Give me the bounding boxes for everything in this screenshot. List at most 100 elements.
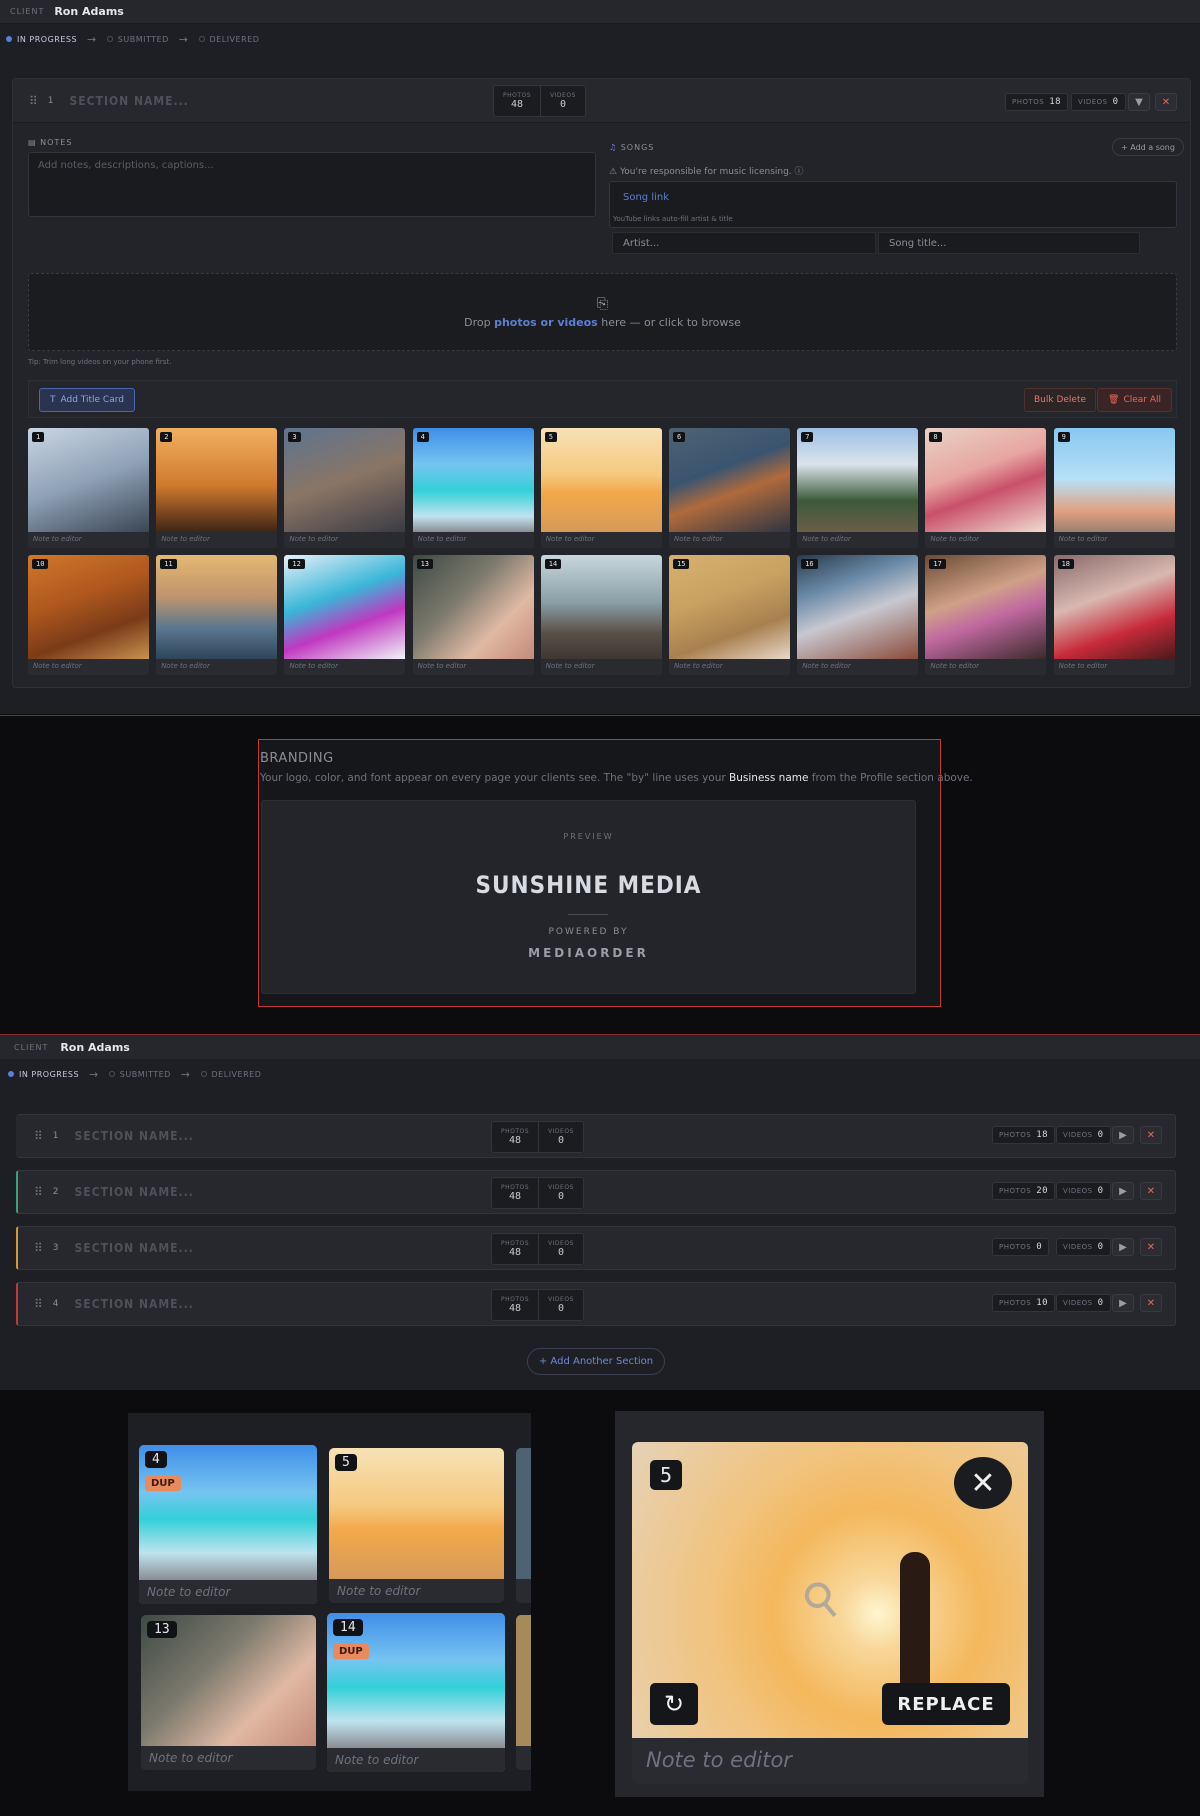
photo-thumb-13[interactable]: 13 Note to editor	[412, 555, 534, 675]
note-input[interactable]: Note to editor	[797, 532, 919, 548]
section-name-input[interactable]: SECTION NAME...	[75, 1185, 194, 1199]
status-in-progress[interactable]: IN PROGRESS	[6, 35, 77, 44]
photo-thumb-15[interactable]: 15 Note to editor	[669, 555, 790, 675]
photo-number: 15	[673, 559, 690, 569]
drag-handle-icon[interactable]: ⠿	[34, 1185, 43, 1199]
clear-all-button[interactable]: 🗑 Clear All	[1097, 388, 1172, 412]
note-input[interactable]: Note to editor	[412, 532, 534, 548]
photo-thumb-12[interactable]: 12 Note to editor	[284, 555, 406, 675]
status-delivered[interactable]: DELIVERED	[198, 35, 260, 44]
photo-card-5-detail[interactable]: 5 ✕ ⚲ ↻ REPLACE Note to editor	[632, 1442, 1028, 1784]
status-in-progress[interactable]: IN PROGRESS	[8, 1070, 79, 1079]
note-input[interactable]: Note to editor	[669, 532, 790, 548]
videos-pill: VIDEOS 0	[1056, 1238, 1111, 1256]
status-submitted[interactable]: SUBMITTED	[108, 1070, 171, 1079]
note-input[interactable]: Note to editor	[925, 532, 1047, 548]
note-input[interactable]: Note to editor	[540, 532, 662, 548]
note-input[interactable]: Note to editor	[540, 659, 662, 675]
bulk-delete-button[interactable]: Bulk Delete	[1024, 388, 1097, 412]
note-input[interactable]: Note to editor	[412, 659, 534, 675]
section-name-input[interactable]: SECTION NAME...	[75, 1129, 194, 1143]
photo-card-15-partial[interactable]	[516, 1615, 531, 1770]
photos-pill: PHOTOS 18	[1005, 93, 1069, 111]
business-name: SUNSHINE MEDIA	[475, 871, 702, 899]
note-input[interactable]: Note to editor	[1053, 659, 1175, 675]
drag-handle-icon[interactable]: ⠿	[34, 1297, 43, 1311]
note-input[interactable]: Note to editor	[139, 1580, 317, 1604]
section-counts: PHOTOS 48 VIDEOS 0	[491, 1121, 584, 1153]
photo-thumb-7[interactable]: 7 Note to editor	[797, 428, 919, 548]
photo-card-5[interactable]: 5 Note to editor	[329, 1448, 504, 1603]
delete-section-button[interactable]: ✕	[1140, 1182, 1162, 1200]
photo-thumb-10[interactable]: 10 Note to editor	[28, 555, 149, 675]
section-number: 2	[52, 1187, 59, 1197]
song-link-input[interactable]: Song link	[623, 192, 669, 203]
expand-play-icon[interactable]: ▶	[1112, 1182, 1134, 1200]
note-input[interactable]: Note to editor	[797, 659, 919, 675]
section-name-input[interactable]: SECTION NAME...	[70, 94, 189, 108]
photo-image	[797, 428, 919, 532]
add-section-button[interactable]: + Add Another Section	[527, 1348, 665, 1375]
delete-section-button[interactable]: ✕	[1140, 1238, 1162, 1256]
photo-card-13[interactable]: 13 Note to editor	[141, 1615, 316, 1770]
photo-thumb-2[interactable]: 2 Note to editor	[156, 428, 278, 548]
notes-textarea[interactable]: Add notes, descriptions, captions...	[28, 152, 596, 217]
photo-card-14[interactable]: 14 DUP Note to editor	[327, 1613, 505, 1772]
photo-card-4[interactable]: 4 DUP Note to editor	[139, 1445, 317, 1604]
photo-thumb-6[interactable]: 6 Note to editor	[669, 428, 790, 548]
expand-play-icon[interactable]: ▶	[1112, 1126, 1134, 1144]
photo-thumb-5[interactable]: 5 Note to editor	[540, 428, 662, 548]
expand-play-icon[interactable]: ▶	[1112, 1238, 1134, 1256]
note-input[interactable]: Note to editor	[28, 659, 149, 675]
section-name-input[interactable]: SECTION NAME...	[75, 1241, 194, 1255]
photo-thumb-17[interactable]: 17 Note to editor	[925, 555, 1047, 675]
note-input[interactable]: Note to editor	[925, 659, 1047, 675]
photo-thumb-18[interactable]: 18 Note to editor	[1053, 555, 1175, 675]
expand-play-icon[interactable]: ▶	[1112, 1294, 1134, 1312]
photo-thumb-4[interactable]: 4 Note to editor	[412, 428, 534, 548]
music-note-icon: ♫	[609, 143, 618, 152]
status-submitted[interactable]: SUBMITTED	[106, 35, 169, 44]
photo-card-6-partial[interactable]	[516, 1448, 531, 1603]
photo-thumb-16[interactable]: 16 Note to editor	[797, 555, 919, 675]
delete-section-button[interactable]: ✕	[1140, 1294, 1162, 1312]
note-input[interactable]: Note to editor	[1053, 532, 1175, 548]
note-input[interactable]: Note to editor	[28, 532, 149, 548]
status-delivered[interactable]: DELIVERED	[200, 1070, 262, 1079]
delete-section-button[interactable]: ✕	[1140, 1126, 1162, 1144]
artist-input[interactable]: Artist...	[612, 232, 876, 254]
delete-section-button[interactable]: ✕	[1155, 93, 1177, 111]
photo-image	[284, 555, 406, 659]
rotate-icon[interactable]: ↻	[650, 1683, 698, 1725]
drag-handle-icon[interactable]: ⠿	[29, 94, 38, 108]
song-title-input[interactable]: Song title...	[878, 232, 1140, 254]
photo-thumb-11[interactable]: 11 Note to editor	[156, 555, 278, 675]
photo-thumb-1[interactable]: 1 Note to editor	[28, 428, 149, 548]
photo-thumb-3[interactable]: 3 Note to editor	[284, 428, 406, 548]
warning-icon: ⚠	[609, 167, 618, 177]
replace-button[interactable]: REPLACE	[882, 1683, 1010, 1725]
drag-handle-icon[interactable]: ⠿	[34, 1129, 43, 1143]
upload-dropzone[interactable]: ⎘ Drop photos or videos here — or click …	[28, 273, 1177, 351]
add-title-card-button[interactable]: T Add Title Card	[39, 388, 135, 412]
note-input[interactable]: Note to editor	[284, 659, 406, 675]
photos-pill: PHOTOS 0	[992, 1238, 1050, 1256]
section-counts: PHOTOS 48 VIDEOS 0	[493, 85, 586, 117]
section-name-input[interactable]: SECTION NAME...	[75, 1297, 194, 1311]
section-number: 4	[52, 1299, 59, 1309]
videos-pill: VIDEOS 0	[1056, 1294, 1111, 1312]
collapse-chevron-icon[interactable]: ▼	[1128, 93, 1150, 111]
close-icon[interactable]: ✕	[954, 1457, 1012, 1509]
photo-thumb-14[interactable]: 14 Note to editor	[540, 555, 662, 675]
note-input[interactable]: Note to editor	[632, 1738, 1028, 1784]
note-input[interactable]: Note to editor	[284, 532, 406, 548]
note-input[interactable]: Note to editor	[156, 532, 278, 548]
note-input[interactable]: Note to editor	[669, 659, 790, 675]
section-counts: PHOTOS 48 VIDEOS 0	[491, 1177, 584, 1209]
add-song-button[interactable]: + Add a song	[1112, 138, 1184, 156]
drag-handle-icon[interactable]: ⠿	[34, 1241, 43, 1255]
photo-image	[1053, 555, 1175, 659]
photo-thumb-8[interactable]: 8 Note to editor	[925, 428, 1047, 548]
photo-thumb-9[interactable]: 9 Note to editor	[1053, 428, 1175, 548]
note-input[interactable]: Note to editor	[156, 659, 278, 675]
